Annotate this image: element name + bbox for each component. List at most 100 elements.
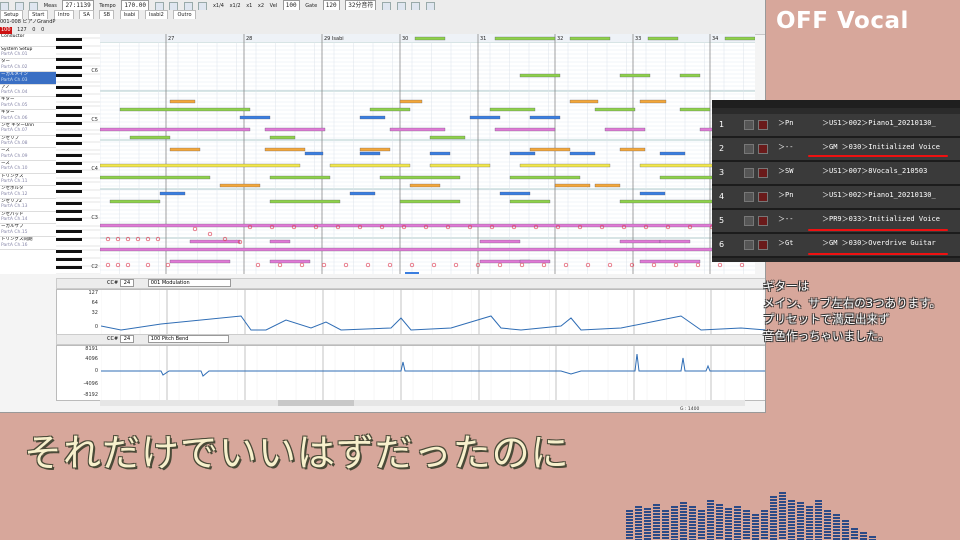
mute-icon[interactable]	[744, 192, 754, 202]
equalizer-segment	[689, 530, 696, 532]
note-block	[100, 127, 251, 132]
track-value-4[interactable]: 0	[41, 27, 44, 34]
note-block	[359, 147, 391, 152]
equalizer-segment	[788, 518, 795, 520]
track-item-6[interactable]: ギター PartA Ch.06	[0, 110, 56, 123]
equalizer-segment	[689, 515, 696, 517]
equalizer-segment	[716, 522, 723, 524]
track-value-3[interactable]: 0	[32, 27, 35, 34]
track-item-11[interactable]: トリングス PartA Ch.11	[0, 174, 56, 187]
track-item-10[interactable]: ース PartA Ch.10	[0, 161, 56, 174]
equalizer-segment	[779, 498, 786, 500]
mute-icon[interactable]	[744, 216, 754, 226]
equalizer-segment	[626, 513, 633, 515]
equalizer-segment	[626, 534, 633, 536]
solo-icon[interactable]	[758, 120, 768, 130]
equalizer-segment	[788, 509, 795, 511]
solo-icon[interactable]	[758, 144, 768, 154]
track-item-0[interactable]: Conductor	[0, 34, 56, 47]
equalizer-segment	[806, 521, 813, 523]
track-item-2[interactable]: ター PartA Ch.02	[0, 59, 56, 73]
note-block	[509, 151, 536, 156]
patch-row-3[interactable]: 3 ＞SW ＞US1＞007＞8Vocals_210503	[712, 162, 960, 186]
equalizer-segment	[743, 513, 750, 515]
equalizer-segment	[680, 532, 687, 534]
solo-icon[interactable]	[758, 216, 768, 226]
equalizer-segment	[833, 529, 840, 531]
equalizer-segment	[806, 524, 813, 526]
track-item-8[interactable]: ンセリフ PartA Ch.08	[0, 136, 56, 149]
patch-row-1[interactable]: 1 ＞Pn ＞US1＞002＞Piano1_20210130_	[712, 114, 960, 138]
patch-row-2[interactable]: 2 ＞-- ＞GM ＞030＞Initialized Voice	[712, 138, 960, 162]
equalizer-segment	[644, 508, 651, 510]
note-block	[100, 175, 211, 180]
mute-icon[interactable]	[744, 144, 754, 154]
equalizer-segment	[770, 499, 777, 501]
scrollbar-thumb[interactable]	[278, 400, 354, 406]
controller-toolbar-2: CC# 24 100 Pitch Bend	[56, 334, 765, 345]
modulation-lane[interactable]: 127 64 32 0	[56, 289, 765, 335]
track-item-3[interactable]: ーカルメイン PartA Ch.03	[0, 72, 56, 85]
pitch-bend-lane[interactable]: 8191 4096 0 -4096 -8192	[56, 345, 765, 401]
note-block	[519, 73, 561, 78]
equalizer-segment	[833, 526, 840, 528]
black-key	[56, 258, 82, 261]
track-item-1[interactable]: System Setup PartA Ch.01	[0, 47, 56, 60]
equalizer-segment	[653, 537, 660, 539]
note-block	[489, 107, 536, 112]
note-block	[519, 259, 551, 264]
equalizer-segment	[707, 527, 714, 529]
equalizer-segment	[833, 532, 840, 534]
track-value-1[interactable]: 100	[0, 27, 12, 34]
piano-keyboard[interactable]: C6 C5 C4 C3 C2	[56, 34, 100, 274]
equalizer-segment	[788, 530, 795, 532]
track-value-2[interactable]: 127	[17, 27, 27, 34]
piano-roll-grid[interactable]: 27 28 29 Isabi 30 31 32 33 34	[100, 34, 755, 274]
equalizer-segment	[797, 526, 804, 528]
equalizer-segment	[824, 528, 831, 530]
black-key	[56, 134, 82, 137]
controller-type-select-1[interactable]: 001 Modulation	[147, 279, 231, 287]
track-item-4[interactable]: アノ PartA Ch.04	[0, 85, 56, 98]
octave-label: C6	[91, 68, 98, 74]
cc-number-1[interactable]: 24	[119, 279, 135, 287]
note-line-1: ギターは	[763, 279, 809, 293]
equalizer-segment	[626, 510, 633, 512]
mute-icon[interactable]	[744, 120, 754, 130]
controller-type-select-2[interactable]: 100 Pitch Bend	[147, 335, 230, 343]
note-block	[189, 239, 241, 244]
track-item-7[interactable]: ンセ ギターUnn PartA Ch.07	[0, 123, 56, 136]
equalizer-segment	[770, 529, 777, 531]
equalizer-segment	[842, 523, 849, 525]
equalizer-segment	[644, 535, 651, 537]
track-info-toolbar: 001-008 ピアノGrandP 100 127 0 0	[0, 19, 765, 35]
equalizer-segment	[680, 511, 687, 513]
track-item-16[interactable]: トリングス同期 PartA Ch.16	[0, 237, 56, 250]
track-item-5[interactable]: ギター PartA Ch.05	[0, 97, 56, 111]
mute-icon[interactable]	[744, 240, 754, 250]
track-item-9[interactable]: ース PartA Ch.09	[0, 148, 56, 161]
horizontal-scrollbar[interactable]	[100, 400, 745, 406]
track-item-15[interactable]: ーカルサブ PartA Ch.15	[0, 224, 56, 237]
track-item-12[interactable]: ンセボルタ PartA Ch.12	[0, 186, 56, 199]
equalizer-segment	[662, 516, 669, 518]
solo-icon[interactable]	[758, 240, 768, 250]
equalizer-segment	[815, 509, 822, 511]
black-key	[56, 46, 82, 49]
mute-icon[interactable]	[744, 168, 754, 178]
equalizer-segment	[779, 492, 786, 494]
daw-window: Meas 27:1139 Tempo 170.00 x1/4 x1/2 x1 x…	[0, 0, 766, 413]
equalizer-segment	[626, 525, 633, 527]
equalizer-segment	[797, 517, 804, 519]
equalizer-segment	[806, 518, 813, 520]
solo-icon[interactable]	[758, 192, 768, 202]
patch-row-4[interactable]: 4 ＞Pn ＞US1＞002＞Piano1_20210130_	[712, 186, 960, 210]
solo-icon[interactable]	[758, 168, 768, 178]
track-item-13[interactable]: ンセリフ2 PartA Ch.13	[0, 199, 56, 212]
note-block	[269, 259, 311, 264]
black-key	[56, 210, 82, 213]
equalizer-segment	[824, 510, 831, 512]
track-item-14[interactable]: ンセパッド PartA Ch.14	[0, 212, 56, 225]
cc-number-2[interactable]: 24	[119, 335, 135, 343]
equalizer-segment	[842, 532, 849, 534]
